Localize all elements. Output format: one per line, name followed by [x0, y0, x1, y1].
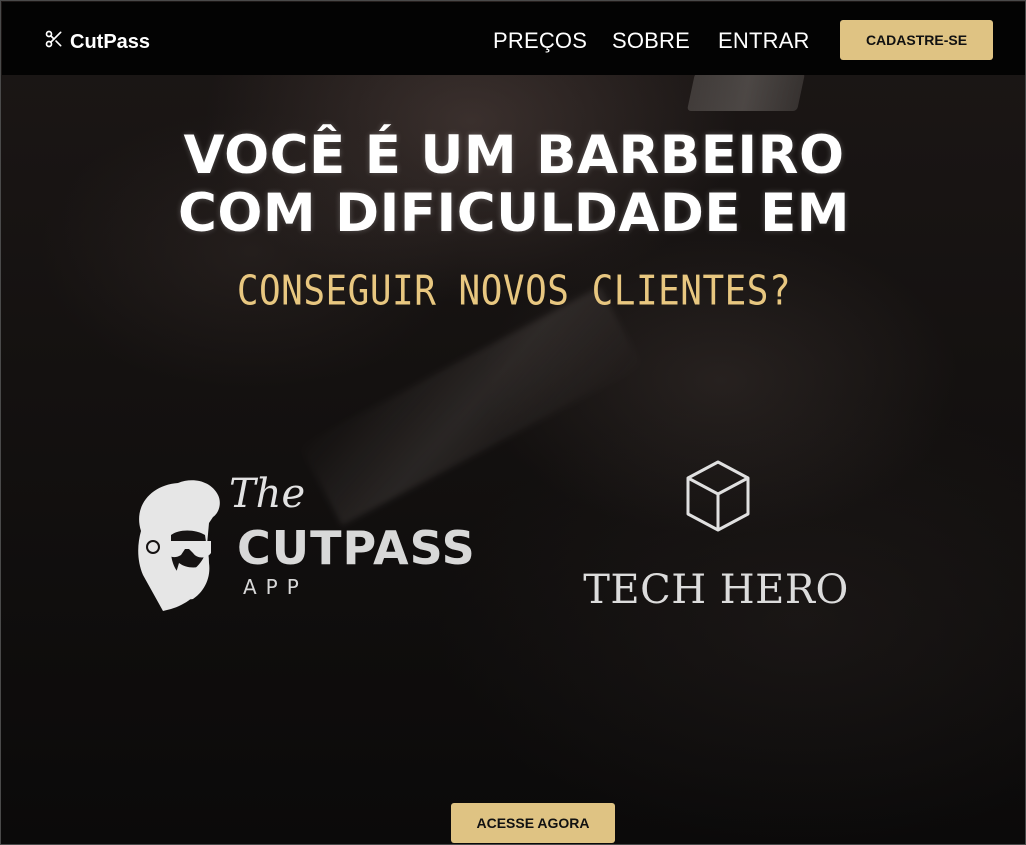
brand-name: CutPass — [70, 30, 151, 53]
brand-logo-link[interactable]: CutPass — [44, 29, 150, 55]
top-navbar: CutPass PREÇOS SOBRE ENTRAR CADASTRE-SE — [2, 2, 1025, 75]
hero-subtitle: CONSEGUIR NOVOS CLIENTES? — [236, 267, 792, 315]
hero-title: VOCÊ É UM BARBEIRO COM DIFICULDADE EM — [1, 125, 1025, 244]
nav-link-about[interactable]: SOBRE — [612, 28, 690, 54]
signup-button[interactable]: CADASTRE-SE — [840, 20, 993, 60]
cutpass-logo-the: The — [229, 471, 306, 517]
hero-title-line-1: VOCÊ É UM BARBEIRO — [183, 125, 845, 186]
nav-link-pricing[interactable]: PREÇOS — [493, 28, 587, 54]
nav-link-login[interactable]: ENTRAR — [718, 28, 810, 54]
landing-page: CutPass PREÇOS SOBRE ENTRAR CADASTRE-SE … — [0, 0, 1026, 845]
background-trimmer-shape — [686, 73, 806, 111]
cube-icon — [686, 460, 750, 532]
access-now-button[interactable]: ACESSE AGORA — [451, 803, 615, 843]
hero-title-line-2: COM DIFICULDADE EM — [177, 183, 851, 244]
techhero-logo-wordmark: TECH HERO — [583, 567, 849, 613]
cutpass-logo-app: APP — [243, 575, 308, 599]
scissors-icon — [44, 29, 64, 55]
cutpass-logo-wordmark: CUTPASS — [237, 521, 476, 575]
